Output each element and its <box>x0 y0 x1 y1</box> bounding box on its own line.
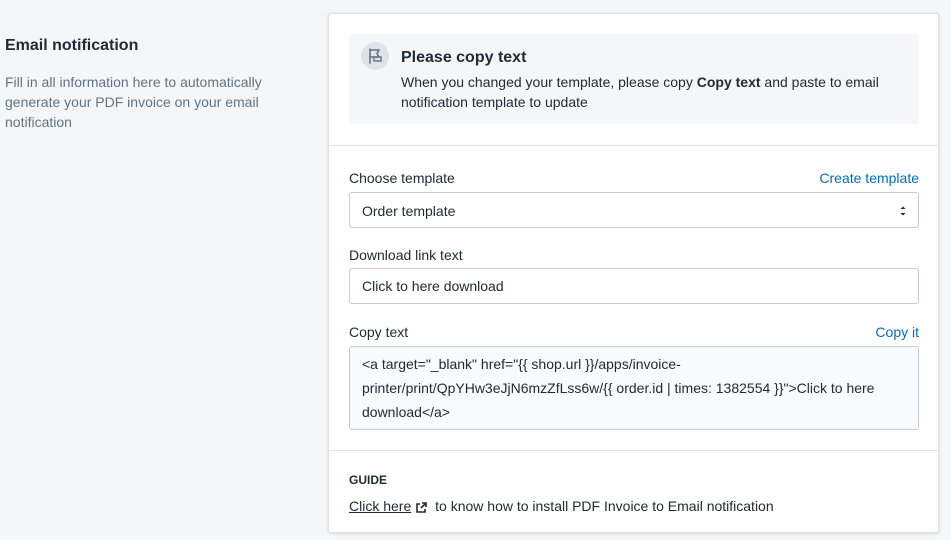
copy-text-textarea[interactable]: <a target="_blank" href="{{ shop.url }}/… <box>350 347 918 429</box>
external-link-icon[interactable] <box>416 498 428 518</box>
select-arrows-icon <box>898 202 908 220</box>
banner-section: Please copy text When you changed your t… <box>329 14 938 145</box>
template-select-value: Order template <box>362 203 456 219</box>
download-link-label: Download link text <box>349 247 463 263</box>
guide-title: GUIDE <box>349 473 388 487</box>
guide-text: to know how to install PDF Invoice to Em… <box>431 498 774 514</box>
copy-it-link[interactable]: Copy it <box>875 322 919 342</box>
create-template-link[interactable]: Create template <box>819 168 919 188</box>
copy-text-field[interactable]: <a target="_blank" href="{{ shop.url }}/… <box>349 346 919 430</box>
banner-body: When you changed your template, please c… <box>401 72 906 112</box>
banner-title: Please copy text <box>401 49 527 66</box>
template-label-row: Choose template Create template <box>349 168 919 188</box>
form-section: Choose template Create template Order te… <box>329 145 938 451</box>
guide-line: Click here to know how to install PDF In… <box>349 496 774 518</box>
download-link-label-row: Download link text <box>349 245 919 265</box>
download-link-field[interactable] <box>349 268 919 304</box>
section-description: Fill in all information here to automati… <box>5 74 262 130</box>
info-banner: Please copy text When you changed your t… <box>349 34 919 124</box>
template-label: Choose template <box>349 170 455 186</box>
section-annotation: Email notification Fill in all informati… <box>5 36 295 132</box>
settings-page: Email notification Fill in all informati… <box>0 0 951 540</box>
email-notification-card: Please copy text When you changed your t… <box>328 13 939 533</box>
guide-link[interactable]: Click here <box>349 498 411 514</box>
banner-body-emphasis: Copy text <box>696 74 761 90</box>
section-title: Email notification <box>5 37 139 54</box>
banner-body-start: When you changed your template, please c… <box>401 74 697 90</box>
copy-text-label-row: Copy text Copy it <box>349 322 919 342</box>
copy-text-label: Copy text <box>349 324 409 340</box>
guide-section: GUIDE Click here to know how to install … <box>329 450 938 535</box>
download-link-input[interactable] <box>350 269 918 303</box>
template-select[interactable]: Order template <box>349 192 919 228</box>
flag-icon <box>361 42 389 70</box>
